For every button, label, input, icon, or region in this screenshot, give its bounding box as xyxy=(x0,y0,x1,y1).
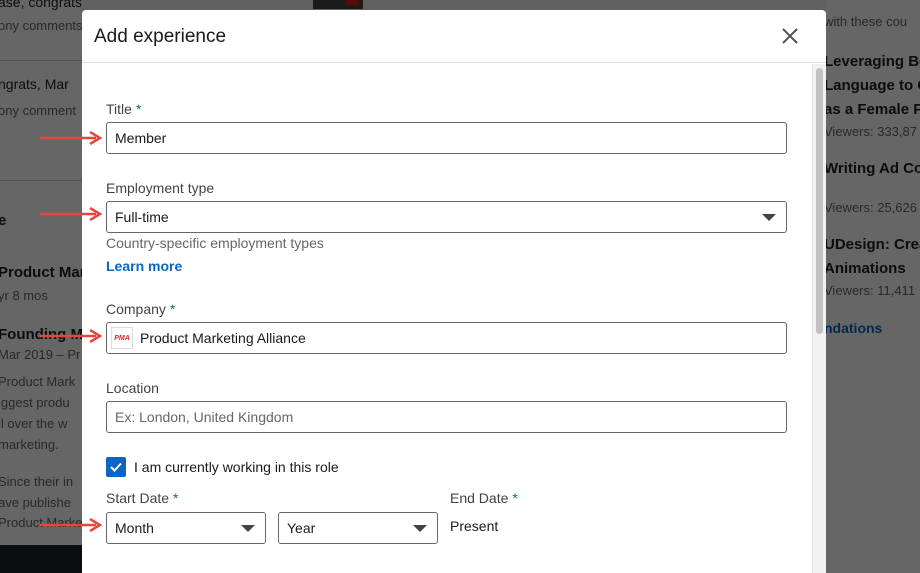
modal-title: Add experience xyxy=(94,26,227,47)
employment-type-select[interactable]: Full-time xyxy=(106,201,787,233)
start-year-value: Year xyxy=(287,520,316,536)
title-label-text: Title xyxy=(106,101,132,117)
location-label: Location xyxy=(106,380,159,396)
arrow-right-icon xyxy=(40,329,102,343)
required-asterisk: * xyxy=(135,101,142,117)
employment-type-label: Employment type xyxy=(106,180,215,196)
start-month-value: Month xyxy=(115,520,154,536)
start-date-label: Start Date * xyxy=(106,490,178,506)
modal-scrollbar[interactable] xyxy=(812,64,826,573)
location-input[interactable]: Ex: London, United Kingdom xyxy=(106,401,787,433)
company-logo: PMA xyxy=(111,327,133,349)
title-input[interactable]: Member xyxy=(106,122,787,154)
start-month-select[interactable]: Month xyxy=(106,512,266,544)
title-input-value: Member xyxy=(115,130,167,146)
start-year-select[interactable]: Year xyxy=(278,512,438,544)
close-icon xyxy=(782,28,798,44)
chevron-down-icon xyxy=(241,525,255,532)
end-date-label-text: End Date xyxy=(450,490,509,506)
arrow-right-icon xyxy=(40,207,102,221)
end-date-present: Present xyxy=(450,518,499,534)
modal-header: Add experience xyxy=(82,10,826,63)
employment-type-helper: Country-specific employment types xyxy=(106,235,324,251)
start-date-label-text: Start Date xyxy=(106,490,170,506)
title-field-label: Title * xyxy=(106,101,141,117)
required-asterisk: * xyxy=(169,301,176,317)
learn-more-link[interactable]: Learn more xyxy=(106,258,182,274)
arrow-right-icon xyxy=(40,131,102,145)
currently-working-checkbox[interactable] xyxy=(106,457,126,477)
add-experience-modal: Add experience Title * Member Employment … xyxy=(82,10,826,573)
arrow-right-icon xyxy=(40,518,102,532)
end-date-label: End Date * xyxy=(450,490,518,506)
company-input[interactable]: PMA Product Marketing Alliance xyxy=(106,322,787,354)
required-asterisk: * xyxy=(173,490,179,506)
chevron-down-icon xyxy=(413,525,427,532)
company-label-text: Company xyxy=(106,301,166,317)
company-field-label: Company * xyxy=(106,301,175,317)
required-asterisk: * xyxy=(512,490,518,506)
scrollbar-thumb[interactable] xyxy=(816,68,823,334)
close-button[interactable] xyxy=(776,22,804,50)
employment-type-value: Full-time xyxy=(115,209,169,225)
checkmark-icon xyxy=(110,462,122,472)
company-input-value: Product Marketing Alliance xyxy=(140,330,306,346)
location-placeholder: Ex: London, United Kingdom xyxy=(115,409,294,425)
chevron-down-icon xyxy=(762,214,776,221)
currently-working-label[interactable]: I am currently working in this role xyxy=(134,459,339,475)
